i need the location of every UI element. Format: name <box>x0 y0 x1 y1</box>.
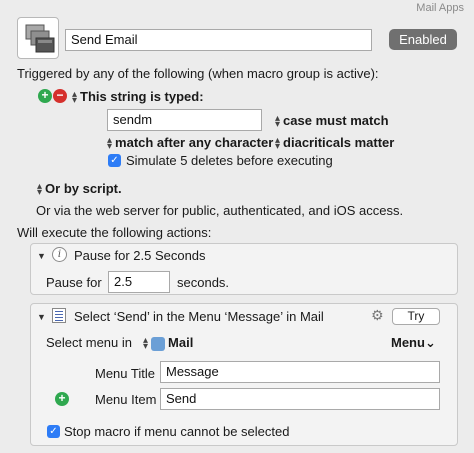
pause-seconds-field[interactable]: 2.5 <box>108 271 170 293</box>
simulate-deletes-label: Simulate 5 deletes before executing <box>126 153 333 168</box>
info-icon: i <box>52 247 67 262</box>
string-trigger-type-popup[interactable]: ▴ ▾ This string is typed: <box>72 88 204 106</box>
menu-title-field[interactable]: Message <box>160 361 440 383</box>
target-app-name: Mail <box>168 335 194 350</box>
updown-arrows-icon: ▴ ▾ <box>72 88 78 106</box>
typed-string-field[interactable]: sendm <box>107 109 262 131</box>
string-trigger-label: This string is typed: <box>80 89 204 104</box>
menu-title-label: Menu Title <box>95 366 155 381</box>
diacriticals-option-label: diacriticals matter <box>283 135 395 150</box>
menu-item-label: Menu Item <box>95 392 157 407</box>
updown-arrows-icon: ▴ ▾ <box>143 334 149 352</box>
match-option-label: match after any character <box>115 135 274 150</box>
script-trigger-popup[interactable]: ▴ ▾ Or by script. <box>37 180 122 198</box>
updown-arrows-icon: ▴ ▾ <box>275 134 281 152</box>
pause-action-title: Pause for 2.5 Seconds <box>74 248 206 263</box>
macro-group-name: Mail Apps <box>416 2 464 14</box>
checkmark-icon: ✓ <box>49 426 58 437</box>
case-option-popup[interactable]: ▴ ▾ case must match <box>275 112 389 130</box>
remove-trigger-button[interactable]: − <box>53 89 67 103</box>
simulate-deletes-checkbox[interactable]: ✓ <box>108 154 121 167</box>
add-menu-item-button[interactable]: + <box>55 392 69 406</box>
gear-icon[interactable]: ⚙ <box>371 307 384 324</box>
stacked-windows-icon <box>25 24 55 53</box>
chevron-down-icon: ⌄ <box>424 335 436 350</box>
actions-heading: Will execute the following actions: <box>17 225 212 240</box>
macro-name-field[interactable]: Send Email <box>65 29 372 51</box>
select-menu-in-label: Select menu in <box>46 335 132 350</box>
add-trigger-button[interactable]: + <box>38 89 52 103</box>
enabled-button[interactable]: Enabled <box>389 29 457 50</box>
stop-macro-label: Stop macro if menu cannot be selected <box>64 424 290 439</box>
disclosure-triangle-icon[interactable]: ▼ <box>37 312 46 322</box>
case-option-label: case must match <box>283 113 389 128</box>
mail-app-icon <box>151 336 166 351</box>
try-button[interactable]: Try <box>392 308 440 325</box>
select-menu-action-title: Select ‘Send’ in the Menu ‘Message’ in M… <box>74 309 324 324</box>
triggers-heading: Triggered by any of the following (when … <box>17 66 379 81</box>
updown-arrows-icon: ▴ ▾ <box>275 112 281 130</box>
disclosure-triangle-icon[interactable]: ▼ <box>37 251 46 261</box>
menu-dropdown-label: Menu <box>391 335 425 350</box>
checkmark-icon: ✓ <box>110 155 119 166</box>
script-trigger-label: Or by script. <box>45 181 122 196</box>
menu-item-field[interactable]: Send <box>160 388 440 410</box>
menu-dropdown[interactable]: Menu⌄ <box>391 335 436 351</box>
pause-label-before: Pause for <box>46 275 102 290</box>
diacriticals-option-popup[interactable]: ▴ ▾ diacriticals matter <box>275 134 395 152</box>
menu-list-icon <box>52 308 66 323</box>
stop-macro-checkbox[interactable]: ✓ <box>47 425 60 438</box>
updown-arrows-icon: ▴ ▾ <box>37 180 43 198</box>
web-server-text: Or via the web server for public, authen… <box>36 203 404 218</box>
updown-arrows-icon: ▴ ▾ <box>107 134 113 152</box>
macro-icon-well[interactable] <box>17 17 59 59</box>
pause-label-after: seconds. <box>177 275 230 290</box>
match-option-popup[interactable]: ▴ ▾ match after any character <box>107 134 274 152</box>
target-app-popup[interactable]: ▴ ▾ Mail <box>143 335 193 351</box>
